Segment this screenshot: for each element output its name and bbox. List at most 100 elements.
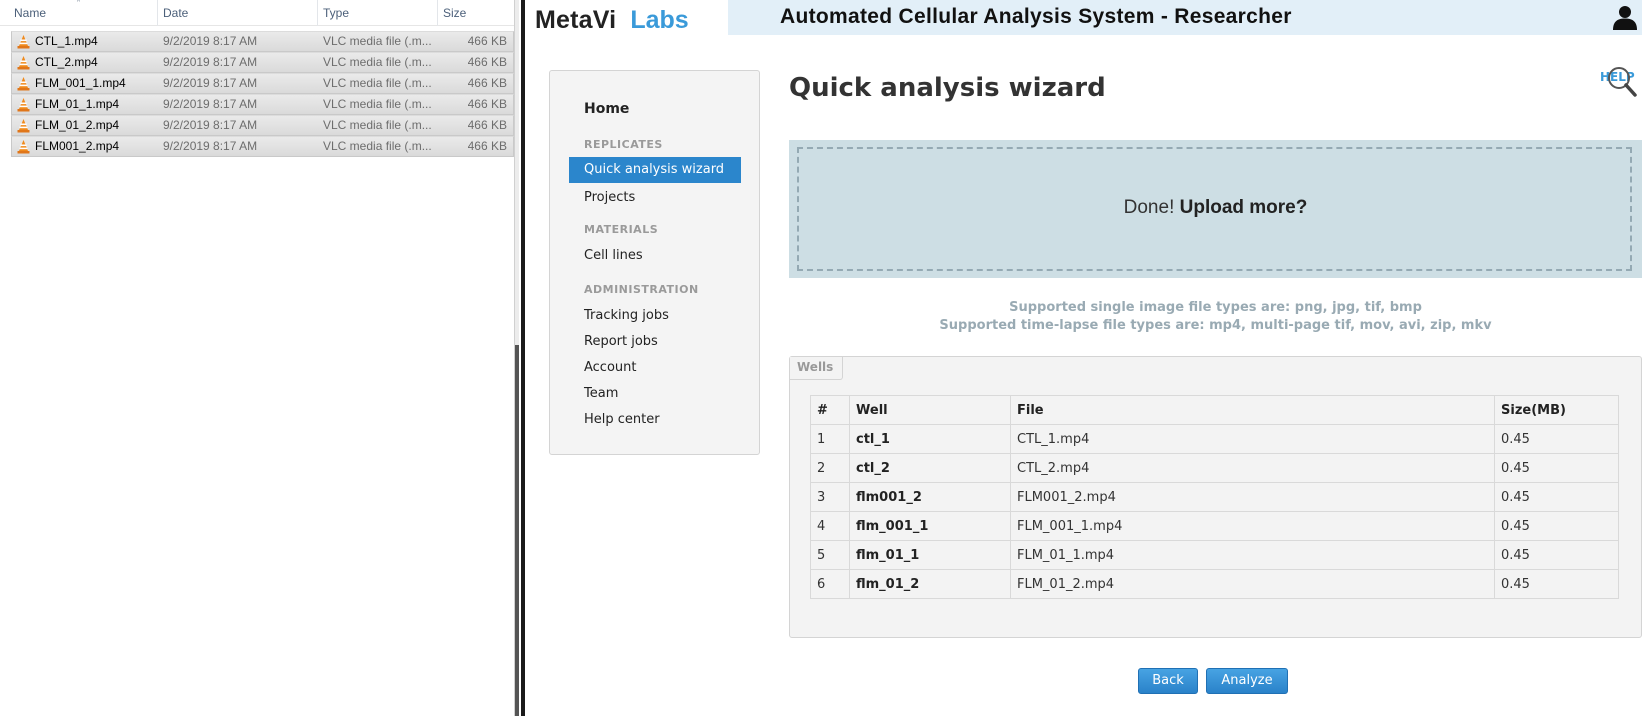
table-header-row: # Well File Size(MB) <box>810 395 1619 425</box>
title-strip: Automated Cellular Analysis System - Res… <box>728 0 1642 35</box>
sidebar-item-cell-lines[interactable]: Cell lines <box>584 248 793 263</box>
file-date: 9/2/2019 8:17 AM <box>163 97 258 111</box>
file-name: FLM_01_1.mp4 <box>35 97 120 111</box>
wells-tab: Wells <box>790 357 843 380</box>
file-type: VLC media file (.m... <box>323 55 432 69</box>
file-size: 466 KB <box>467 118 507 132</box>
sidebar-item-help-center[interactable]: Help center <box>584 412 793 427</box>
column-date-header[interactable]: Date <box>157 0 188 26</box>
help-button[interactable]: HELP <box>1597 62 1641 102</box>
sidebar-item-quick-analysis-wizard[interactable]: Quick analysis wizard <box>569 157 741 183</box>
sidebar-item-report-jobs[interactable]: Report jobs <box>584 334 793 349</box>
sidebar-nav: Home REPLICATES Quick analysis wizard Pr… <box>549 70 760 455</box>
file-name: CTL_2.mp4 <box>35 55 98 69</box>
file-type: VLC media file (.m... <box>323 34 432 48</box>
supported-single-types: Supported single image file types are: p… <box>1009 300 1422 315</box>
sidebar-item-label: Quick analysis wizard <box>584 162 725 177</box>
cell-well: ctl_2 <box>849 453 1011 483</box>
file-row[interactable]: FLM001_2.mp4 9/2/2019 8:17 AM VLC media … <box>11 136 514 157</box>
upload-done-text: Done! <box>1123 197 1175 218</box>
column-name-header[interactable]: Name <box>8 0 46 26</box>
column-size-header[interactable]: Size <box>437 0 466 26</box>
cell-well: flm_01_1 <box>849 540 1011 570</box>
file-date: 9/2/2019 8:17 AM <box>163 76 258 90</box>
dropzone-message: Done! Upload more? <box>789 197 1642 219</box>
cell-file: CTL_2.mp4 <box>1010 453 1495 483</box>
file-size: 466 KB <box>467 139 507 153</box>
column-header-size: Size(MB) <box>1494 395 1619 425</box>
file-date: 9/2/2019 8:17 AM <box>163 139 258 153</box>
file-name: CTL_1.mp4 <box>35 34 98 48</box>
file-name: FLM_001_1.mp4 <box>35 76 126 90</box>
logo[interactable]: MetaVi Labs <box>535 5 689 35</box>
table-row: 4 flm_001_1 FLM_001_1.mp4 0.45 <box>810 511 1619 541</box>
file-row[interactable]: FLM_001_1.mp4 9/2/2019 8:17 AM VLC media… <box>11 73 514 94</box>
file-type: VLC media file (.m... <box>323 118 432 132</box>
user-icon[interactable] <box>1612 4 1638 30</box>
table-row: 6 flm_01_2 FLM_01_2.mp4 0.45 <box>810 569 1619 599</box>
file-name: FLM001_2.mp4 <box>35 139 120 153</box>
back-button[interactable]: Back <box>1138 668 1198 694</box>
cell-well: ctl_1 <box>849 424 1011 454</box>
upload-more-link[interactable]: Upload more? <box>1180 197 1308 218</box>
file-type: VLC media file (.m... <box>323 97 432 111</box>
column-header-file: File <box>1010 395 1495 425</box>
wells-table: # Well File Size(MB) 1 ctl_1 CTL_1.mp4 0… <box>810 395 1619 599</box>
file-size: 466 KB <box>467 34 507 48</box>
file-row[interactable]: FLM_01_2.mp4 9/2/2019 8:17 AM VLC media … <box>11 115 514 136</box>
file-date: 9/2/2019 8:17 AM <box>163 118 258 132</box>
sidebar-item-account[interactable]: Account <box>584 360 793 375</box>
cell-number: 6 <box>810 569 850 599</box>
file-size: 466 KB <box>467 76 507 90</box>
file-row[interactable]: FLM_01_1.mp4 9/2/2019 8:17 AM VLC media … <box>11 94 514 115</box>
sidebar-item-projects[interactable]: Projects <box>584 190 793 205</box>
file-date: 9/2/2019 8:17 AM <box>163 55 258 69</box>
logo-text-metavi: MetaVi <box>535 6 617 34</box>
table-row: 2 ctl_2 CTL_2.mp4 0.45 <box>810 453 1619 483</box>
file-row[interactable]: CTL_2.mp4 9/2/2019 8:17 AM VLC media fil… <box>11 52 514 73</box>
upload-dropzone[interactable]: Done! Upload more? <box>789 140 1642 278</box>
top-bar: MetaVi Labs Automated Cellular Analysis S… <box>525 0 1642 36</box>
cell-number: 5 <box>810 540 850 570</box>
file-size: 466 KB <box>467 55 507 69</box>
file-date: 9/2/2019 8:17 AM <box>163 34 258 48</box>
supported-timelapse-types: Supported time-lapse file types are: mp4… <box>939 318 1492 333</box>
cell-number: 3 <box>810 482 850 512</box>
cell-number: 2 <box>810 453 850 483</box>
vlc-cone-icon <box>17 77 30 91</box>
sort-ascending-icon: ˄ <box>76 0 81 10</box>
column-header-well: Well <box>849 395 1011 425</box>
cell-file: FLM_01_2.mp4 <box>1010 569 1495 599</box>
file-type: VLC media file (.m... <box>323 139 432 153</box>
file-row[interactable]: CTL_1.mp4 9/2/2019 8:17 AM VLC media fil… <box>11 31 514 52</box>
cell-file: FLM_001_1.mp4 <box>1010 511 1495 541</box>
cell-well: flm001_2 <box>849 482 1011 512</box>
cell-size: 0.45 <box>1494 511 1619 541</box>
sidebar-item-tracking-jobs[interactable]: Tracking jobs <box>584 308 793 323</box>
sidebar-item-home[interactable]: Home <box>584 101 793 117</box>
table-row: 3 flm001_2 FLM001_2.mp4 0.45 <box>810 482 1619 512</box>
table-row: 1 ctl_1 CTL_1.mp4 0.45 <box>810 424 1619 454</box>
cell-file: CTL_1.mp4 <box>1010 424 1495 454</box>
cell-file: FLM_01_1.mp4 <box>1010 540 1495 570</box>
cell-size: 0.45 <box>1494 424 1619 454</box>
wells-panel: Wells # Well File Size(MB) 1 ctl_1 CTL_1… <box>789 356 1642 638</box>
cell-size: 0.45 <box>1494 453 1619 483</box>
vlc-cone-icon <box>17 140 30 154</box>
scrollbar-thumb[interactable] <box>515 345 519 716</box>
magnifier-icon <box>1608 67 1637 97</box>
vertical-scrollbar[interactable] <box>514 0 519 716</box>
sidebar-section-replicates: REPLICATES <box>584 138 663 151</box>
sidebar-item-team[interactable]: Team <box>584 386 793 401</box>
explorer-column-header: Name ˄ Date Type Size <box>0 0 514 26</box>
column-type-header[interactable]: Type <box>317 0 349 26</box>
sidebar-section-administration: ADMINISTRATION <box>584 283 699 296</box>
cell-number: 4 <box>810 511 850 541</box>
vlc-cone-icon <box>17 119 30 133</box>
app-title: Automated Cellular Analysis System - Res… <box>780 5 1292 28</box>
logo-text-labs: Labs <box>630 6 689 34</box>
cell-well: flm_001_1 <box>849 511 1011 541</box>
vlc-cone-icon <box>17 56 30 70</box>
cell-number: 1 <box>810 424 850 454</box>
analyze-button[interactable]: Analyze <box>1206 668 1288 694</box>
